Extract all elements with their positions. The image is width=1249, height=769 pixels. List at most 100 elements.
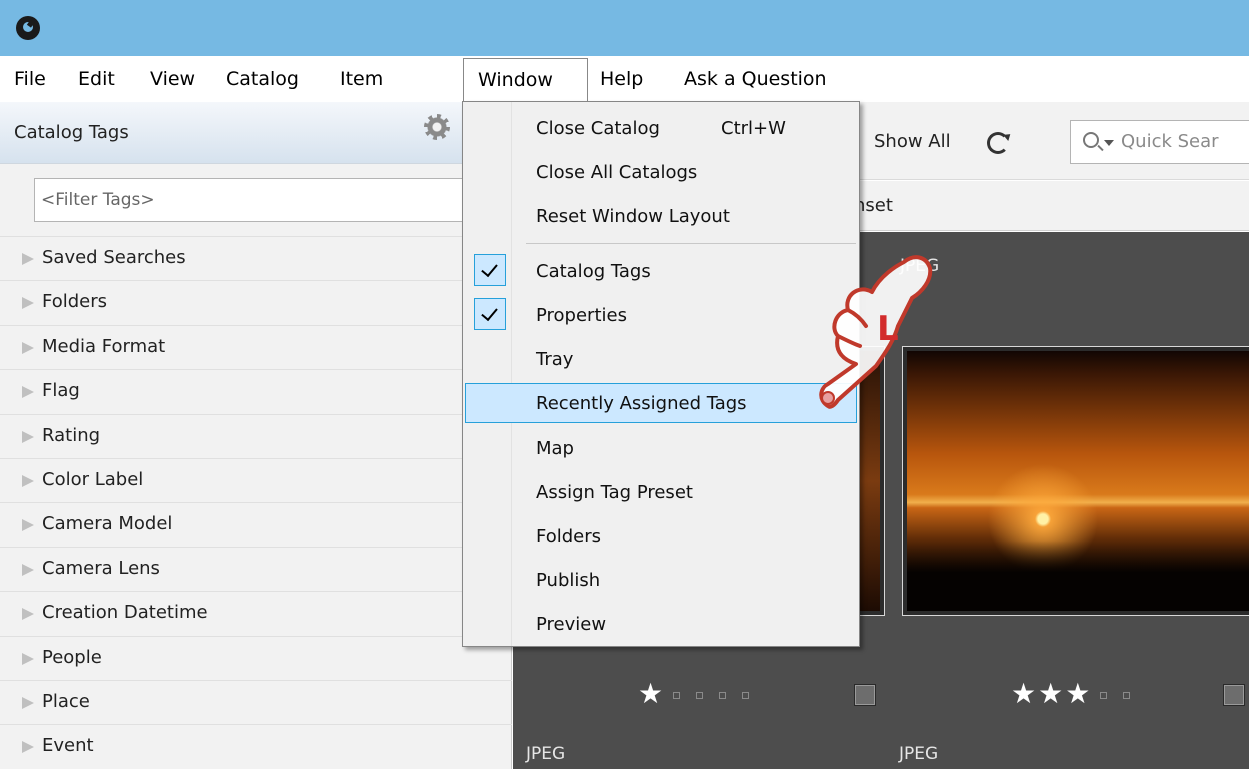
empty-star-icon[interactable] <box>696 691 704 699</box>
tag-list: Saved Searches Folders Media Format Flag Rat… <box>0 236 512 769</box>
menu-assign-tag-preset[interactable]: Assign Tag Preset <box>465 472 857 512</box>
expand-triangle-icon[interactable] <box>22 341 34 354</box>
gear-icon[interactable] <box>424 114 450 140</box>
expand-triangle-icon[interactable] <box>22 253 34 265</box>
search-icon[interactable] <box>1083 132 1099 148</box>
media-format-label: JPEG <box>899 744 939 764</box>
expand-triangle-icon[interactable] <box>22 519 34 532</box>
quick-search-box[interactable]: Quick Sear <box>1070 120 1249 164</box>
checkmark-icon <box>474 298 506 330</box>
tag-row-label: Color Label <box>42 468 144 490</box>
show-all-button[interactable]: Show All <box>874 131 951 152</box>
select-checkbox[interactable] <box>854 684 876 706</box>
title-bar <box>0 0 1249 56</box>
tag-row[interactable]: Folders <box>0 280 512 324</box>
expand-triangle-icon[interactable] <box>22 608 34 621</box>
expand-triangle-icon[interactable] <box>22 297 34 310</box>
menu-entry-label: Folders <box>536 526 602 547</box>
menu-entry-label: Assign Tag Preset <box>536 482 693 503</box>
tag-row-label: Event <box>42 735 94 757</box>
menu-preview[interactable]: Preview <box>465 604 857 644</box>
menu-entry-label: Preview <box>536 614 607 635</box>
catalog-tags-panel: Catalog Tags Saved Searches Folders Media … <box>0 102 512 769</box>
expand-triangle-icon[interactable] <box>22 696 34 709</box>
tag-row[interactable]: Camera Lens <box>0 546 512 591</box>
menu-ask-a-question[interactable]: Ask a Question <box>684 56 827 102</box>
tag-row[interactable]: Media Format <box>0 324 512 369</box>
star-icon[interactable]: ★ <box>1011 677 1038 710</box>
tag-row-label: Camera Lens <box>42 557 160 579</box>
star-icon[interactable]: ★ <box>1065 677 1092 710</box>
empty-star-icon[interactable] <box>673 691 681 699</box>
expand-triangle-icon[interactable] <box>22 741 34 754</box>
quick-search-input[interactable]: Quick Sear <box>1121 131 1249 152</box>
empty-star-icon[interactable] <box>719 691 727 699</box>
menu-help[interactable]: Help <box>600 56 643 102</box>
menu-entry-label: Catalog Tags <box>536 261 651 282</box>
menu-close-all-catalogs[interactable]: Close All Catalogs <box>465 152 857 192</box>
menu-folders[interactable]: Folders <box>465 516 857 556</box>
menu-view[interactable]: View <box>150 56 195 102</box>
menu-close-catalog[interactable]: Close Catalog Ctrl+W <box>465 108 857 148</box>
tag-row-label: Creation Datetime <box>42 602 208 624</box>
menu-properties[interactable]: Properties <box>465 295 857 335</box>
chevron-down-icon[interactable] <box>1104 140 1114 146</box>
menu-entry-label: Recently Assigned Tags <box>536 393 747 414</box>
tag-row[interactable]: Rating <box>0 413 512 458</box>
menu-window[interactable]: Window <box>463 58 588 102</box>
expand-triangle-icon[interactable] <box>22 474 34 487</box>
tag-row[interactable]: Place <box>0 679 512 724</box>
menu-separator <box>526 243 856 244</box>
media-format-label: JPEG <box>526 744 566 764</box>
expand-triangle-icon[interactable] <box>22 652 34 665</box>
rating-stars[interactable]: ★ <box>638 677 757 710</box>
panel-title: Catalog Tags <box>14 122 129 143</box>
empty-star-icon[interactable] <box>1123 691 1131 699</box>
tag-row-label: Camera Model <box>42 513 173 535</box>
tag-row[interactable]: Creation Datetime <box>0 591 512 635</box>
menu-entry-label: Reset Window Layout <box>536 206 730 227</box>
menu-map[interactable]: Map <box>465 428 857 468</box>
tag-row[interactable]: Color Label <box>0 457 512 502</box>
tag-row[interactable]: Camera Model <box>0 502 512 546</box>
menu-item[interactable]: Item <box>340 56 383 102</box>
expand-triangle-icon[interactable] <box>22 386 34 399</box>
menu-entry-label: Publish <box>536 570 601 591</box>
menu-catalog-tags[interactable]: Catalog Tags <box>465 251 857 291</box>
menu-catalog[interactable]: Catalog <box>226 56 299 102</box>
filter-tags-input[interactable] <box>34 178 494 222</box>
tag-row-label: Folders <box>42 291 108 313</box>
window-menu-dropdown: Close Catalog Ctrl+W Close All Catalogs … <box>462 101 860 647</box>
panel-header: Catalog Tags <box>0 102 512 164</box>
app-logo-icon <box>16 16 40 40</box>
menu-file[interactable]: File <box>14 56 46 102</box>
menu-edit[interactable]: Edit <box>78 56 115 102</box>
menu-entry-label: Close All Catalogs <box>536 162 698 183</box>
refresh-icon[interactable] <box>987 132 1009 154</box>
select-checkbox[interactable] <box>1223 684 1245 706</box>
tag-row-label: Flag <box>42 380 80 402</box>
tag-row[interactable]: Event <box>0 724 512 768</box>
thumbnail-image[interactable] <box>902 346 1249 616</box>
tag-row-label: Media Format <box>42 335 166 357</box>
tag-row-label: Rating <box>42 424 101 446</box>
tag-row-label: Place <box>42 690 90 712</box>
menu-entry-label: Map <box>536 438 574 459</box>
star-icon[interactable]: ★ <box>1038 677 1065 710</box>
menu-reset-window-layout[interactable]: Reset Window Layout <box>465 196 857 236</box>
menu-recently-assigned-tags[interactable]: Recently Assigned Tags <box>465 383 857 423</box>
tag-row[interactable]: Saved Searches <box>0 236 512 280</box>
empty-star-icon[interactable] <box>742 691 750 699</box>
rating-stars[interactable]: ★★★ <box>1011 677 1138 710</box>
star-icon[interactable]: ★ <box>638 677 665 710</box>
empty-star-icon[interactable] <box>1100 691 1108 699</box>
expand-triangle-icon[interactable] <box>22 430 34 443</box>
menu-entry-shortcut: Ctrl+W <box>721 118 786 139</box>
expand-triangle-icon[interactable] <box>22 563 34 576</box>
menu-publish[interactable]: Publish <box>465 560 857 600</box>
menu-tray[interactable]: Tray <box>465 339 857 379</box>
tag-row-label: Saved Searches <box>42 247 186 268</box>
tag-row[interactable]: Flag <box>0 369 512 413</box>
checkmark-icon <box>474 254 506 286</box>
tag-row[interactable]: People <box>0 635 512 680</box>
